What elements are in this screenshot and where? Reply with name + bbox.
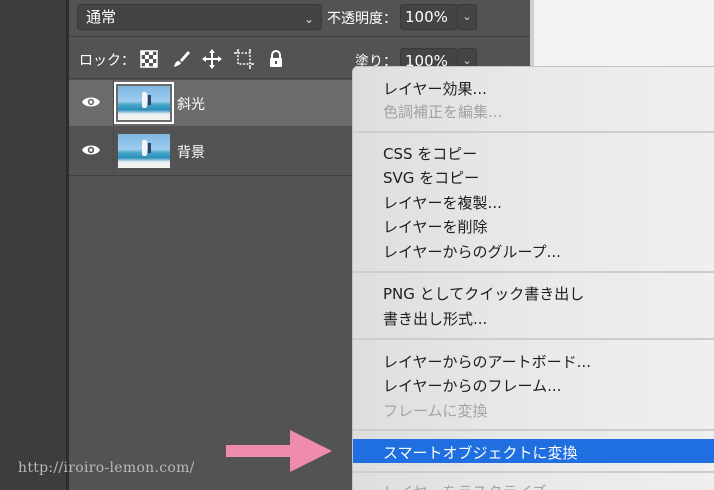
lock-label: ロック： — [79, 53, 135, 69]
layer-name[interactable]: 斜光 — [177, 94, 205, 114]
menu-item-group-from-layers[interactable]: レイヤーからのグループ... — [383, 241, 561, 262]
menu-separator — [353, 271, 714, 273]
opacity-input[interactable]: 100% — [400, 4, 458, 30]
opacity-dropdown-button[interactable]: ⌄ — [457, 4, 477, 30]
left-dock-strip — [0, 0, 69, 490]
menu-separator — [353, 131, 714, 133]
eye-icon[interactable] — [81, 142, 101, 158]
watermark-url: http://iroiro-lemon.com/ — [18, 460, 195, 476]
thumbnail-figure — [142, 92, 147, 108]
layer-thumbnail[interactable] — [118, 134, 170, 168]
menu-item-frame-from-layers[interactable]: レイヤーからのフレーム... — [383, 375, 561, 396]
menu-item-convert-to-frame[interactable]: フレームに変換 — [383, 400, 488, 421]
chevron-down-icon: ⌄ — [462, 10, 472, 23]
layer-context-menu: レイヤー効果... 色調補正を編集... CSS をコピー SVG をコピー レ… — [352, 66, 714, 490]
menu-item-layer-effects[interactable]: レイヤー効果... — [383, 78, 487, 99]
padlock-icon[interactable] — [266, 49, 286, 69]
transparent-pixels-lock-icon[interactable] — [139, 49, 159, 69]
chevron-down-icon: ⌄ — [303, 12, 314, 26]
menu-item-delete-layer[interactable]: レイヤーを削除 — [383, 216, 488, 237]
visibility-column-divider — [113, 128, 114, 174]
menu-item-copy-css[interactable]: CSS をコピー — [383, 143, 477, 164]
menu-item-edit-adjustment[interactable]: 色調補正を編集... — [383, 101, 502, 122]
menu-item-convert-to-smart-object[interactable]: スマートオブジェクトに変換 — [383, 442, 578, 463]
menu-item-export-as[interactable]: 書き出し形式... — [383, 308, 487, 329]
pointer-arrow-icon — [226, 430, 332, 472]
thumbnail-figure — [142, 140, 147, 156]
menu-item-quick-export-png[interactable]: PNG としてクイック書き出し — [383, 283, 584, 304]
thumbnail-figure-detail — [148, 95, 151, 105]
eye-icon[interactable] — [81, 94, 101, 110]
artboard-lock-icon[interactable] — [234, 49, 254, 69]
opacity-label: 不透明度： — [327, 11, 397, 27]
layer-name[interactable]: 背景 — [177, 142, 205, 162]
menu-item-artboard-from-layers[interactable]: レイヤーからのアートボード... — [383, 351, 591, 372]
menu-separator — [353, 338, 714, 340]
menu-item-rasterize-layer[interactable]: レイヤーをラスタライズ — [383, 481, 547, 490]
move-lock-icon[interactable] — [202, 49, 222, 69]
menu-separator — [353, 471, 714, 473]
layer-thumbnail[interactable] — [118, 86, 170, 120]
thumbnail-figure-detail — [148, 143, 151, 153]
row-divider — [69, 36, 530, 37]
blend-mode-value: 通常 — [86, 8, 117, 26]
photoshop-layers-screen: 通常 ⌄ 不透明度： 100% ⌄ ロック： 塗り： 100% ⌄ 斜光 背景 … — [0, 0, 714, 490]
menu-item-copy-svg[interactable]: SVG をコピー — [383, 167, 479, 188]
menu-item-duplicate-layer[interactable]: レイヤーを複製... — [383, 192, 502, 213]
brush-lock-icon[interactable] — [171, 49, 191, 69]
blend-mode-select[interactable]: 通常 ⌄ — [77, 4, 322, 30]
menu-separator — [353, 429, 714, 431]
